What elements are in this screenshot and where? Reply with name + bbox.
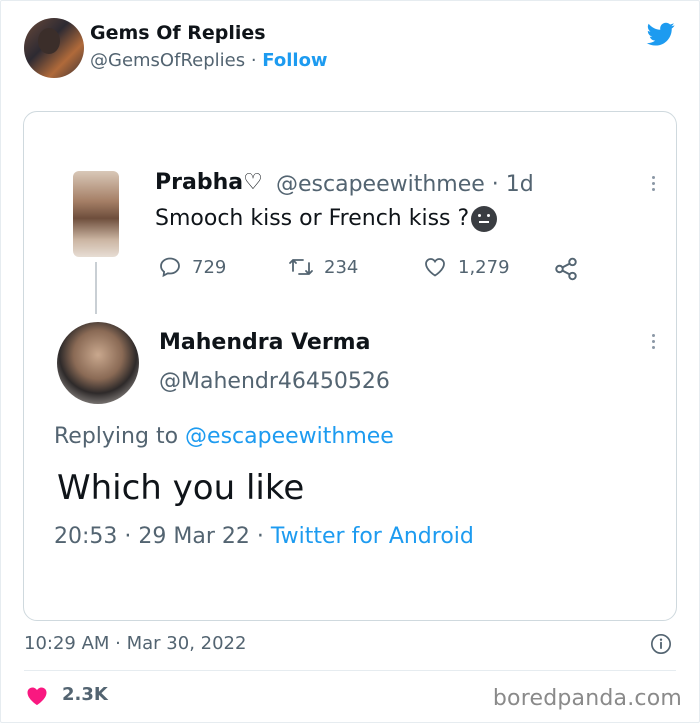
more-icon xyxy=(652,176,656,194)
tweet-author-handle: @escapeewithmee · 1d xyxy=(276,172,534,197)
retweet-count: 234 xyxy=(324,256,359,278)
like-count: 1,279 xyxy=(458,256,510,278)
neutral-face-icon xyxy=(471,206,498,232)
avatar xyxy=(57,322,139,404)
twitter-bird-icon[interactable] xyxy=(644,20,678,48)
tweet-author-name: Prabha♡ xyxy=(155,170,263,195)
reply-action: 729 xyxy=(158,255,226,279)
thread-line xyxy=(95,262,97,314)
replying-to-line: Replying to @escapeewithmee xyxy=(54,424,394,449)
reply-count: 729 xyxy=(192,256,227,278)
watermark: boredpanda.com xyxy=(492,686,682,711)
mention-link: @escapeewithmee xyxy=(185,424,394,449)
retweet-icon xyxy=(289,259,313,275)
tweet-author-name: Mahendra Verma xyxy=(159,330,371,355)
tweet-text-row: Smooch kiss or French kiss ? xyxy=(155,206,498,232)
tweet-meta: 20:53 · 29 Mar 22 · Twitter for Android xyxy=(54,524,474,549)
author-handle[interactable]: @GemsOfReplies xyxy=(90,50,245,71)
separator: · xyxy=(250,50,257,71)
like-action: 1,279 xyxy=(422,255,510,279)
like-count[interactable]: 2.3K xyxy=(62,684,108,705)
tweet-text: Which you like xyxy=(57,468,305,508)
share-icon xyxy=(555,257,577,281)
tweet-source: Twitter for Android xyxy=(270,524,474,549)
reply-icon xyxy=(160,257,180,278)
tweet-text: Smooch kiss or French kiss ? xyxy=(155,206,470,231)
author-handle-row: @GemsOfReplies · Follow xyxy=(90,50,328,71)
avatar xyxy=(73,171,119,257)
tweet-time: 20:53 · 29 Mar 22 · xyxy=(54,524,271,549)
divider xyxy=(24,670,676,671)
replying-prefix: Replying to xyxy=(54,424,186,449)
heart-outline-icon xyxy=(425,258,445,277)
heart-icon[interactable] xyxy=(24,684,50,708)
retweet-action: 234 xyxy=(288,255,358,279)
follow-button[interactable]: Follow xyxy=(262,50,327,71)
tweet-timestamp[interactable]: 10:29 AM · Mar 30, 2022 xyxy=(24,633,246,654)
info-icon[interactable] xyxy=(650,633,672,655)
avatar[interactable] xyxy=(24,18,84,78)
more-icon xyxy=(652,334,656,352)
tweet-author-handle: @Mahendr46450526 xyxy=(159,369,390,394)
author-name[interactable]: Gems Of Replies xyxy=(90,22,266,44)
